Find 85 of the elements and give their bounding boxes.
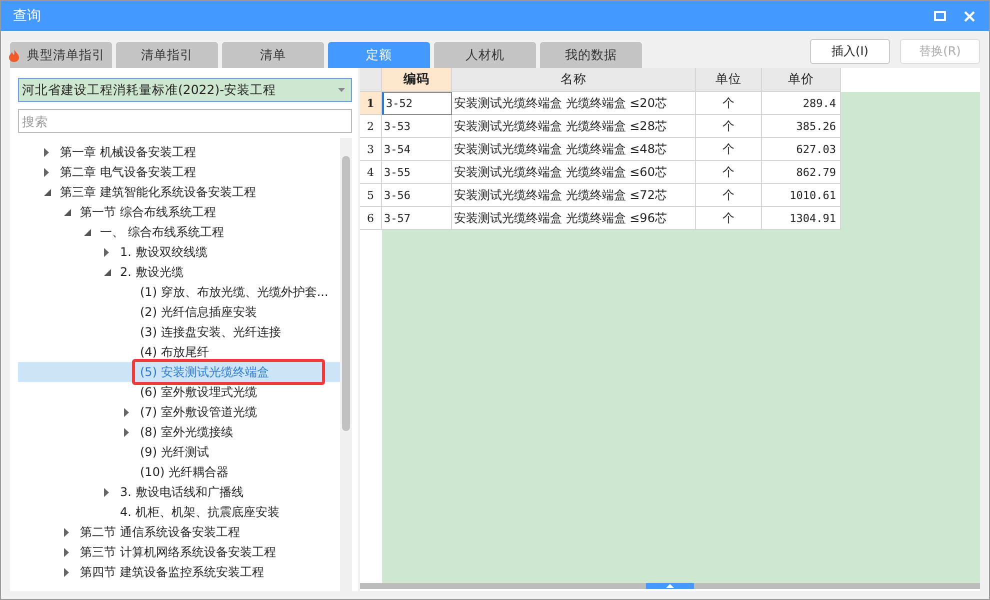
tab[interactable]: 清单指引 bbox=[116, 42, 218, 68]
tree-item[interactable]: 1. 敷设双绞线缆 bbox=[18, 242, 340, 262]
tree-item[interactable]: (2) 光纤信息插座安装 bbox=[18, 302, 340, 322]
table-cell: 1304.91 bbox=[762, 207, 841, 230]
library-dropdown[interactable]: 河北省建设工程消耗量标准(2022)-安装工程 bbox=[18, 78, 352, 102]
tree-item[interactable]: (9) 光纤测试 bbox=[18, 442, 340, 462]
row-number: 3 bbox=[360, 138, 382, 161]
expand-arrow-icon[interactable] bbox=[64, 528, 69, 536]
expand-arrow-icon[interactable] bbox=[124, 408, 129, 416]
row-number: 2 bbox=[360, 115, 382, 138]
tree-item[interactable]: 第四节 建筑设备监控系统安装工程 bbox=[18, 562, 340, 582]
grid-corner bbox=[360, 68, 382, 92]
tree-item[interactable]: (1) 穿放、布放光缆、光缆外护套... bbox=[18, 282, 340, 302]
tree-item[interactable]: 第二节 通信系统设备安装工程 bbox=[18, 522, 340, 542]
table-cell: 安装测试光缆终端盒 光缆终端盒 ≤72芯 bbox=[452, 184, 696, 207]
table-cell: 627.03 bbox=[762, 138, 841, 161]
tree-item[interactable]: 一、 综合布线系统工程 bbox=[18, 222, 340, 242]
table-cell: 3-53 bbox=[382, 115, 452, 138]
table-cell: 3-52 bbox=[382, 92, 452, 115]
collapse-arrow-icon[interactable] bbox=[84, 228, 91, 236]
expand-arrow-icon[interactable] bbox=[64, 568, 69, 576]
table-cell: 安装测试光缆终端盒 光缆终端盒 ≤48芯 bbox=[452, 138, 696, 161]
table-cell: 安装测试光缆终端盒 光缆终端盒 ≤96芯 bbox=[452, 207, 696, 230]
tree-item[interactable]: 第三章 建筑智能化系统设备安装工程 bbox=[18, 182, 340, 202]
table-cell: 3-57 bbox=[382, 207, 452, 230]
row-number: 6 bbox=[360, 207, 382, 230]
table-cell: 个 bbox=[696, 138, 762, 161]
tree-item[interactable]: 第三节 计算机网络系统设备安装工程 bbox=[18, 542, 340, 562]
table-cell: 个 bbox=[696, 92, 762, 115]
table-cell: 个 bbox=[696, 207, 762, 230]
expand-arrow-icon[interactable] bbox=[44, 168, 49, 176]
table-cell: 289.4 bbox=[762, 92, 841, 115]
table-cell: 3-54 bbox=[382, 138, 452, 161]
tree-item[interactable]: (8) 室外光缆接续 bbox=[18, 422, 340, 442]
column-header[interactable]: 名称 bbox=[452, 68, 696, 92]
column-header[interactable]: 单价 bbox=[762, 68, 841, 92]
tab[interactable]: 人材机 bbox=[434, 42, 536, 68]
scrollbar[interactable] bbox=[340, 138, 352, 591]
table-cell: 个 bbox=[696, 184, 762, 207]
tree-item[interactable]: (3) 连接盘安装、光纤连接 bbox=[18, 322, 340, 342]
expand-arrow-icon[interactable] bbox=[104, 488, 109, 496]
collapse-arrow-icon[interactable] bbox=[44, 188, 51, 196]
expand-arrow-icon[interactable] bbox=[124, 428, 129, 436]
table-cell: 862.79 bbox=[762, 161, 841, 184]
row-number: 1 bbox=[360, 92, 382, 115]
action-button[interactable]: 插入(I) bbox=[810, 39, 890, 64]
flame-icon bbox=[9, 48, 19, 62]
collapse-arrow-icon[interactable] bbox=[104, 268, 111, 276]
table-cell: 安装测试光缆终端盒 光缆终端盒 ≤60芯 bbox=[452, 161, 696, 184]
table-cell: 安装测试光缆终端盒 光缆终端盒 ≤28芯 bbox=[452, 115, 696, 138]
tree-item[interactable]: 第一章 机械设备安装工程 bbox=[18, 142, 340, 162]
column-header[interactable]: 单位 bbox=[696, 68, 762, 92]
tab[interactable]: 我的数据 bbox=[540, 42, 642, 68]
table-cell: 个 bbox=[696, 115, 762, 138]
row-number: 4 bbox=[360, 161, 382, 184]
expand-arrow-icon[interactable] bbox=[64, 548, 69, 556]
tree-item[interactable]: 第二章 电气设备安装工程 bbox=[18, 162, 340, 182]
table-cell: 3-55 bbox=[382, 161, 452, 184]
up-arrow-icon bbox=[666, 584, 674, 588]
tree-item[interactable]: 第一节 综合布线系统工程 bbox=[18, 202, 340, 222]
maximize-icon[interactable] bbox=[934, 11, 946, 21]
table-cell: 1010.61 bbox=[762, 184, 841, 207]
column-header[interactable]: 编码 bbox=[382, 68, 452, 92]
tab[interactable]: 清单 bbox=[222, 42, 324, 68]
close-icon[interactable] bbox=[964, 10, 975, 22]
caret-icon bbox=[338, 88, 345, 92]
row-number: 5 bbox=[360, 184, 382, 207]
table-cell: 385.26 bbox=[762, 115, 841, 138]
tree-item[interactable]: 3. 敷设电话线和广播线 bbox=[18, 482, 340, 502]
table-cell: 个 bbox=[696, 161, 762, 184]
window-title: 查询 bbox=[13, 7, 42, 25]
tree-item[interactable]: (7) 室外敷设管道光缆 bbox=[18, 402, 340, 422]
tab[interactable]: 典型清单指引 bbox=[10, 42, 112, 68]
scrollbar[interactable] bbox=[360, 583, 980, 589]
expand-arrow-icon[interactable] bbox=[44, 148, 49, 156]
tree-item[interactable]: (10) 光纤耦合器 bbox=[18, 462, 340, 482]
tree-item[interactable]: (6) 室外敷设埋式光缆 bbox=[18, 382, 340, 402]
tree-item[interactable]: 4. 机柜、机架、抗震底座安装 bbox=[18, 502, 340, 522]
tree-item[interactable]: (4) 布放尾纤 bbox=[18, 342, 340, 362]
collapse-arrow-icon[interactable] bbox=[64, 208, 71, 216]
table-cell: 安装测试光缆终端盒 光缆终端盒 ≤20芯 bbox=[452, 92, 696, 115]
tree-item[interactable]: 2. 敷设光缆 bbox=[18, 262, 340, 282]
search-field[interactable]: 搜索 bbox=[18, 109, 352, 133]
expand-arrow-icon[interactable] bbox=[104, 248, 109, 256]
table-cell: 3-56 bbox=[382, 184, 452, 207]
